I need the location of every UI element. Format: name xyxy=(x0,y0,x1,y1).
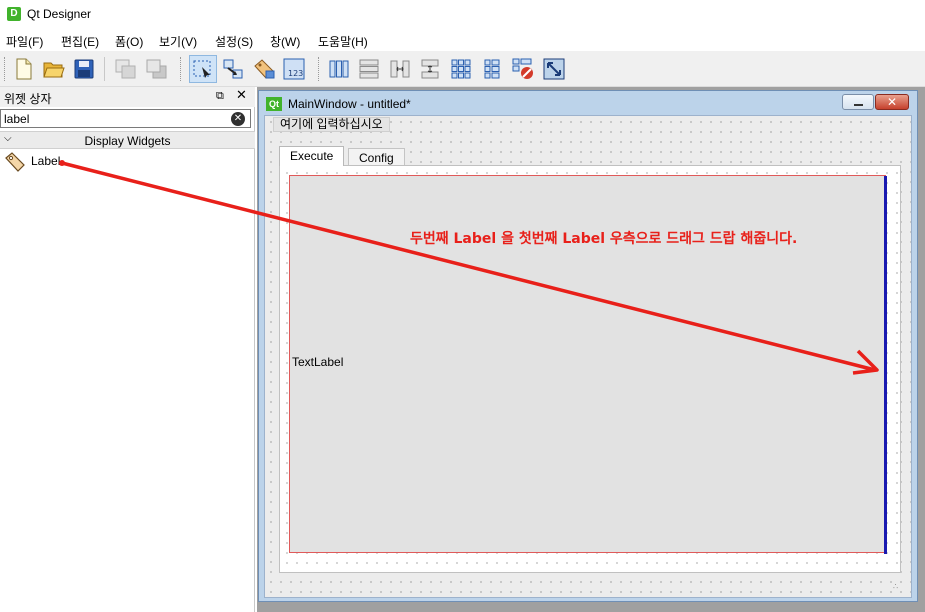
widget-item-label[interactable]: Label xyxy=(4,152,204,172)
app-title-bar: D Qt Designer xyxy=(0,0,925,30)
form-window-title: MainWindow - untitled* xyxy=(288,97,411,111)
float-icon[interactable]: ⧉ xyxy=(216,89,224,103)
tab-page[interactable]: TextLabel xyxy=(279,165,901,573)
menu-file[interactable]: 파일(F) xyxy=(6,33,43,50)
widget-box-header: 위젯 상자 ⧉ ✕ xyxy=(0,87,255,107)
tab-config[interactable]: Config xyxy=(348,148,405,166)
widget-search-input[interactable] xyxy=(0,109,251,128)
close-icon[interactable]: ✕ xyxy=(236,88,247,103)
widget-box-title: 위젯 상자 xyxy=(4,92,52,106)
edit-buddies-icon[interactable] xyxy=(250,55,278,83)
minimize-button[interactable] xyxy=(842,94,874,110)
category-display-widgets[interactable]: ⌵ Display Widgets xyxy=(0,131,255,149)
clear-search-icon[interactable]: ✕ xyxy=(231,112,245,126)
menu-help[interactable]: 도움말(H) xyxy=(318,33,368,50)
layout-horizontal-splitter-icon[interactable] xyxy=(386,55,414,83)
widget-box-panel: 위젯 상자 ⧉ ✕ ✕ ⌵ Display Widgets Label xyxy=(0,87,255,612)
form-canvas[interactable]: 여기에 입력하십시오 Execute Config TextLabel xyxy=(264,115,912,598)
menu-bar: 파일(F) 편집(E) 폼(O) 보기(V) 설정(S) 창(W) 도움말(H) xyxy=(0,30,925,51)
text-label-text: TextLabel xyxy=(292,355,344,369)
new-file-icon[interactable] xyxy=(10,55,38,83)
form-close-button[interactable]: ✕ xyxy=(875,94,909,110)
layout-vertical-icon[interactable] xyxy=(355,55,383,83)
menu-edit[interactable]: 편집(E) xyxy=(61,33,99,50)
menu-placeholder[interactable]: 여기에 입력하십시오 xyxy=(273,117,390,132)
layout-form-icon[interactable] xyxy=(478,55,506,83)
resize-grip-icon[interactable]: ∴ xyxy=(893,582,898,591)
qt-logo-icon: Qt xyxy=(266,97,282,111)
qt-designer-icon: D xyxy=(7,7,21,21)
send-to-back-icon[interactable] xyxy=(112,55,140,83)
drop-indicator xyxy=(884,176,887,554)
layout-grid-icon[interactable] xyxy=(447,55,475,83)
menu-window[interactable]: 창(W) xyxy=(270,33,300,50)
tab-execute[interactable]: Execute xyxy=(279,146,345,166)
category-label: Display Widgets xyxy=(84,134,171,148)
bring-to-front-icon[interactable] xyxy=(143,55,171,83)
layout-horizontal-icon[interactable] xyxy=(325,55,353,83)
open-file-icon[interactable] xyxy=(40,55,68,83)
svg-text:123: 123 xyxy=(288,69,303,78)
layout-vertical-splitter-icon[interactable] xyxy=(416,55,444,83)
main-toolbar: 123 xyxy=(0,51,925,87)
menu-form[interactable]: 폼(O) xyxy=(115,33,143,50)
minimize-icon xyxy=(854,104,863,106)
form-window: Qt MainWindow - untitled* ✕ 여기에 입력하십시오 E… xyxy=(258,90,918,602)
toolbar-grip xyxy=(318,57,320,81)
label-tag-icon xyxy=(4,152,26,175)
widget-item-label-text: Label xyxy=(31,154,61,168)
instruction-annotation: 두번째 Label 을 첫번째 Label 우측으로 드래그 드랍 해줍니다. xyxy=(410,231,798,247)
save-icon[interactable] xyxy=(70,55,98,83)
toolbar-grip xyxy=(180,57,182,81)
toolbar-grip[interactable] xyxy=(4,57,6,81)
menu-view[interactable]: 보기(V) xyxy=(159,33,197,50)
menu-settings[interactable]: 설정(S) xyxy=(215,33,253,50)
edit-tab-order-icon[interactable]: 123 xyxy=(280,55,308,83)
adjust-size-icon[interactable] xyxy=(540,55,568,83)
app-title: Qt Designer xyxy=(27,7,92,21)
toolbar-separator xyxy=(104,57,105,81)
break-layout-icon[interactable] xyxy=(509,55,537,83)
edit-widgets-icon[interactable] xyxy=(189,55,217,83)
edit-signals-slots-icon[interactable] xyxy=(219,55,247,83)
